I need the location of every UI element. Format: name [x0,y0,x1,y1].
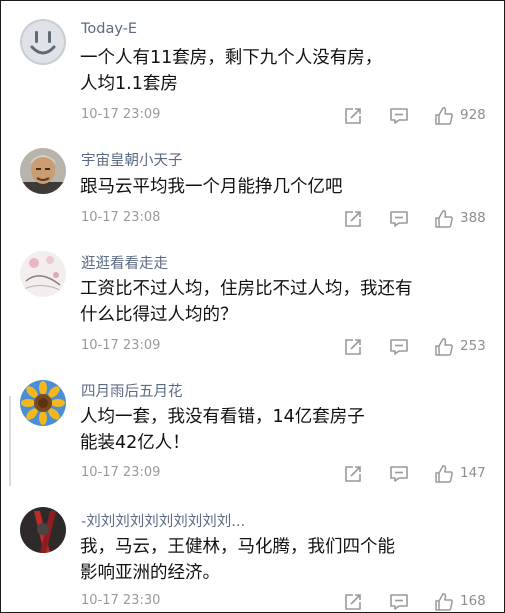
thumbs-up-icon[interactable] [433,336,455,358]
comment-meta: 10-17 23:09 928 [1,105,504,127]
username[interactable]: Today-E [81,21,137,37]
thumbs-up-icon[interactable] [433,463,455,485]
timestamp: 10-17 23:09 [81,338,161,353]
comment-text: 跟马云平均我一个月能挣几个亿吧 [80,174,490,200]
red-dark-pattern-avatar [20,507,66,553]
comment-icon[interactable] [388,463,410,485]
comment-list: Today-E 一个人有11套房，剩下九个人没有房， 人均1.1套房 10-17… [0,0,505,613]
comment-line: 人均一套，我没有看错，14亿套房子 [80,407,365,427]
comment-icon[interactable] [388,336,410,358]
thumbs-up-icon[interactable] [433,208,455,230]
share-icon[interactable] [342,105,364,127]
grey-smiley-face-avatar [20,19,66,65]
comment-meta: 10-17 23:09 253 [1,336,504,358]
timestamp: 10-17 23:08 [81,210,161,225]
comment-line: 工资比不过人均，住房比不过人均，我还有 [80,279,413,299]
thumbs-up-icon[interactable] [433,591,455,612]
comment-meta: 10-17 23:30 168 [1,591,504,612]
avatar[interactable] [20,19,66,65]
sunflower-avatar [20,380,66,426]
timestamp: 10-17 23:09 [81,465,161,480]
thumbs-up-icon[interactable] [433,105,455,127]
share-icon[interactable] [342,208,364,230]
comment-meta: 10-17 23:09 147 [1,463,504,485]
comment-icon[interactable] [388,591,410,612]
avatar[interactable] [20,148,66,194]
comment-line: 什么比得过人均的？ [80,305,238,325]
share-icon[interactable] [342,463,364,485]
comment-line: 跟马云平均我一个月能挣几个亿吧 [80,177,343,197]
comment-line: 一个人有11套房，剩下九个人没有房， [80,48,383,68]
comment-text: 人均一套，我没有看错，14亿套房子 能装42亿人！ [80,404,490,456]
username[interactable]: 逛逛看看走走 [81,252,168,273]
timestamp: 10-17 23:30 [81,593,161,608]
comment-text: 一个人有11套房，剩下九个人没有房， 人均1.1套房 [80,45,490,97]
comment-line: 能装42亿人！ [80,433,190,453]
man-portrait-avatar [20,148,66,194]
share-icon[interactable] [342,336,364,358]
pink-floral-avatar [20,251,66,297]
avatar[interactable] [20,507,66,553]
avatar[interactable] [20,380,66,426]
comment-text: 工资比不过人均，住房比不过人均，我还有 什么比得过人均的？ [80,276,490,328]
avatar[interactable] [20,251,66,297]
like-count: 168 [460,593,486,609]
username[interactable]: 宇宙皇朝小天子 [81,149,183,170]
share-icon[interactable] [342,591,364,612]
like-count: 147 [460,465,486,481]
comment-icon[interactable] [388,105,410,127]
comment-icon[interactable] [388,208,410,230]
comment-line: 影响亚洲的经济。 [80,563,220,583]
like-count: 928 [460,107,486,123]
username[interactable]: -刘刘刘刘刘刘刘刘刘刘... [81,510,245,531]
username[interactable]: 四月雨后五月花 [81,380,183,401]
comment-line: 人均1.1套房 [80,74,178,94]
comment-text: 我，马云，王健林，马化腾，我们四个能 影响亚洲的经济。 [80,534,490,586]
like-count: 253 [460,338,486,354]
like-count: 388 [460,210,486,226]
comment-line: 我，马云，王健林，马化腾，我们四个能 [80,537,395,557]
comment-meta: 10-17 23:08 388 [1,208,504,230]
timestamp: 10-17 23:09 [81,107,161,122]
